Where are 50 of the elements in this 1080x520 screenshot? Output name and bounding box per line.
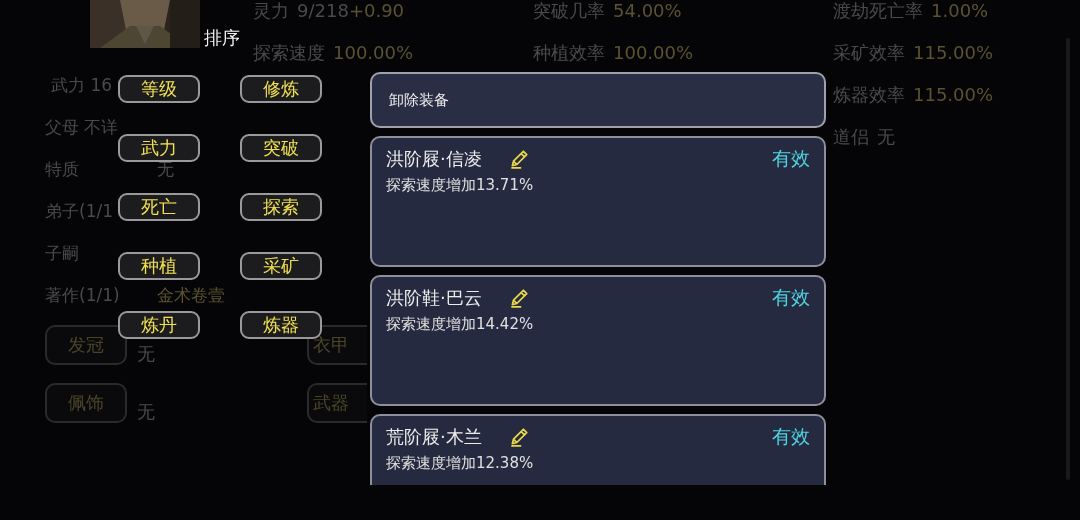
stat-value: 115.00%: [913, 84, 994, 106]
stat-value: 100.00%: [613, 42, 694, 64]
equipment-effect: 探索速度增加14.42%: [386, 315, 535, 334]
sort-option-button[interactable]: 种植: [118, 252, 200, 280]
stat-value: 1.00%: [931, 0, 989, 22]
equipment-effect: 探索速度增加13.71%: [386, 176, 535, 195]
sort-option-button[interactable]: 炼丹: [118, 311, 200, 339]
stat-gain: +0.90: [348, 0, 405, 22]
stat-label: 探索速度: [253, 42, 325, 64]
sort-title: 排序: [204, 26, 240, 50]
stat-value: 100.00%: [333, 42, 414, 64]
stat-value: 54.00%: [613, 0, 682, 22]
stat-label: 采矿效率: [833, 42, 905, 64]
profile-label: 父母 不详: [45, 118, 119, 136]
sort-option-button[interactable]: 死亡: [118, 193, 200, 221]
equipment-card[interactable]: 荒阶屐·木兰 有效 探索速度增加12.38%: [370, 414, 826, 485]
sort-option-button[interactable]: 武力: [118, 134, 200, 162]
stat-label: 种植效率: [533, 42, 605, 64]
stat-label: 炼器效率: [833, 84, 905, 106]
profile-label: 弟子(1/1: [45, 202, 113, 220]
unequip-button[interactable]: 卸除装备: [370, 72, 826, 128]
stat-label: 道侣: [833, 126, 869, 148]
equipment-card[interactable]: 洪阶鞋·巴云 有效 探索速度增加14.42%: [370, 275, 826, 406]
sort-option-button[interactable]: 修炼: [240, 75, 322, 103]
stat-value: 115.00%: [913, 42, 994, 64]
profile-label: 特质: [45, 160, 79, 178]
stat-label: 突破几率: [533, 0, 605, 22]
stat-value: 9/218: [297, 0, 349, 22]
status-label: 有效: [772, 146, 810, 171]
profile-value: 金术卷壹: [157, 286, 225, 304]
stat-label: 渡劫死亡率: [833, 0, 923, 22]
stat-label: 灵力: [253, 0, 289, 22]
stat-value: 无: [877, 126, 895, 148]
sort-option-button[interactable]: 探索: [240, 193, 322, 221]
profile-label: 子嗣: [45, 244, 79, 262]
status-label: 有效: [772, 285, 810, 310]
slot-value: 无: [137, 400, 155, 424]
status-label: 有效: [772, 424, 810, 449]
equipment-card[interactable]: 洪阶屐·信凌 有效 探索速度增加13.71%: [370, 136, 826, 267]
profile-value: 无: [157, 160, 174, 178]
equipment-effect: 探索速度增加12.38%: [386, 454, 535, 473]
sort-option-button[interactable]: 等级: [118, 75, 200, 103]
equipment-name: 荒阶屐·木兰: [386, 425, 482, 449]
sort-option-button[interactable]: 采矿: [240, 252, 322, 280]
profile-label: 武力 16: [51, 76, 113, 94]
profile-label: 著作(1/1): [45, 286, 120, 304]
sort-option-button[interactable]: 突破: [240, 134, 322, 162]
equipment-name: 洪阶鞋·巴云: [386, 286, 482, 310]
slot-value: 无: [137, 342, 155, 366]
equipment-name: 洪阶屐·信凌: [386, 147, 482, 171]
